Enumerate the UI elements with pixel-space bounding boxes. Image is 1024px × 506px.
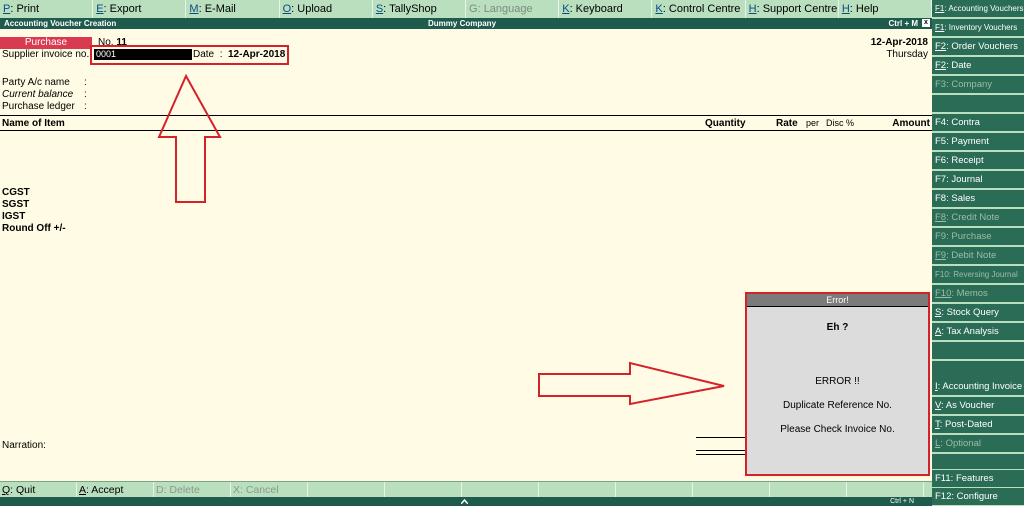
right-arrow-annotation bbox=[538, 361, 725, 406]
purchase-ledger-label: Purchase ledger bbox=[2, 101, 75, 112]
sidebar-stock-query[interactable]: S: Stock Query bbox=[932, 304, 1024, 322]
balance-colon: : bbox=[84, 89, 87, 100]
sidebar-inventory-vouchers[interactable]: F1: Inventory Vouchers bbox=[932, 19, 1024, 37]
sidebar-memos[interactable]: F10: Memos bbox=[932, 285, 1024, 303]
empty-button bbox=[308, 482, 385, 498]
empty-button bbox=[770, 482, 847, 498]
error-line-error: ERROR !! bbox=[815, 376, 860, 387]
total-double-line bbox=[696, 450, 746, 455]
sidebar-spacer bbox=[932, 342, 1024, 360]
tax-row-round-off: Round Off +/- bbox=[2, 223, 66, 234]
sidebar-credit-note[interactable]: F8: Credit Note bbox=[932, 209, 1024, 227]
sidebar-purchase[interactable]: F9: Purchase bbox=[932, 228, 1024, 246]
language-button[interactable]: G: Language bbox=[466, 0, 560, 18]
dialog-title: Error! bbox=[747, 294, 928, 307]
sidebar-debit-note[interactable]: F9: Debit Note bbox=[932, 247, 1024, 265]
sidebar-as-voucher[interactable]: V: As Voucher bbox=[932, 397, 1024, 415]
divider bbox=[0, 115, 932, 116]
tallyshop-button[interactable]: S: TallyShop bbox=[373, 0, 467, 18]
cancel-button[interactable]: X: Cancel bbox=[231, 482, 308, 498]
sidebar-spacer bbox=[932, 454, 1024, 470]
sidebar-configure[interactable]: F12: Configure bbox=[932, 488, 1024, 506]
error-line-check: Please Check Invoice No. bbox=[780, 424, 895, 435]
voucher-day: Thursday bbox=[886, 49, 928, 60]
supplier-invoice-label: Supplier invoice no.: bbox=[2, 49, 93, 60]
control-centre-button[interactable]: K: Control Centre bbox=[652, 0, 746, 18]
close-icon[interactable]: x bbox=[922, 19, 930, 27]
help-button[interactable]: H: Help bbox=[839, 0, 933, 18]
bottom-button-bar: Q: Quit A: Accept D: Delete X: Cancel bbox=[0, 481, 932, 498]
empty-button bbox=[693, 482, 770, 498]
sidebar-journal[interactable]: F7: Journal bbox=[932, 171, 1024, 189]
highlight-box-invoice bbox=[90, 45, 289, 65]
tax-row-cgst: CGST bbox=[2, 187, 30, 198]
tax-row-igst: IGST bbox=[2, 211, 26, 222]
ledger-colon: : bbox=[84, 101, 87, 112]
chevron-up-icon[interactable] bbox=[461, 499, 468, 504]
upload-button[interactable]: O: Upload bbox=[280, 0, 373, 18]
empty-button bbox=[462, 482, 539, 498]
top-button-bar: P: Print E: Export M: E-Mail O: Upload S… bbox=[0, 0, 933, 19]
sidebar-optional[interactable]: L: Optional bbox=[932, 435, 1024, 453]
col-name-of-item: Name of Item bbox=[2, 118, 65, 129]
right-button-panel: F1: Accounting Vouchers F1: Inventory Vo… bbox=[932, 0, 1024, 506]
sidebar-order-vouchers[interactable]: F2: Order Vouchers bbox=[932, 38, 1024, 56]
sidebar-date[interactable]: F2: Date bbox=[932, 57, 1024, 75]
narration-label: Narration: bbox=[2, 440, 46, 451]
col-amount: Amount bbox=[892, 118, 930, 129]
accept-button[interactable]: A: Accept bbox=[77, 482, 154, 498]
print-button[interactable]: P: Print bbox=[0, 0, 94, 18]
empty-button bbox=[616, 482, 693, 498]
sidebar-sales[interactable]: F8: Sales bbox=[932, 190, 1024, 208]
error-dialog: Error! Eh ? ERROR !! Duplicate Reference… bbox=[745, 292, 930, 476]
sidebar-contra[interactable]: F4: Contra bbox=[932, 114, 1024, 132]
up-arrow-annotation bbox=[157, 73, 222, 203]
screen-title: Accounting Voucher Creation bbox=[4, 19, 117, 28]
keyboard-button[interactable]: K: Keyboard bbox=[559, 0, 653, 18]
voucher-date: 12-Apr-2018 bbox=[870, 37, 928, 48]
sidebar-spacer bbox=[932, 95, 1024, 113]
sidebar-receipt[interactable]: F6: Receipt bbox=[932, 152, 1024, 170]
window-title-bar: Accounting Voucher Creation Dummy Compan… bbox=[0, 18, 932, 29]
email-button[interactable]: M: E-Mail bbox=[186, 0, 280, 18]
empty-button bbox=[847, 482, 924, 498]
current-balance-label: Current balance bbox=[2, 89, 74, 100]
support-centre-button[interactable]: H: Support Centre bbox=[746, 0, 839, 18]
quit-button[interactable]: Q: Quit bbox=[0, 482, 77, 498]
sidebar-features[interactable]: F11: Features bbox=[932, 470, 1024, 488]
shortcut-hint: Ctrl + M bbox=[888, 19, 918, 28]
col-rate: Rate bbox=[776, 118, 798, 129]
sidebar-post-dated[interactable]: T: Post-Dated bbox=[932, 416, 1024, 434]
status-shortcut: Ctrl + N bbox=[890, 498, 914, 505]
sidebar-spacer bbox=[932, 361, 1024, 379]
col-disc: Disc % bbox=[826, 118, 855, 128]
voucher-type-badge[interactable]: Purchase bbox=[0, 37, 92, 49]
sidebar-tax-analysis[interactable]: A: Tax Analysis bbox=[932, 323, 1024, 341]
error-line-eh: Eh ? bbox=[826, 322, 849, 333]
col-quantity: Quantity bbox=[705, 118, 746, 129]
sidebar-payment[interactable]: F5: Payment bbox=[932, 133, 1024, 151]
status-bar: Ctrl + N bbox=[0, 497, 932, 506]
empty-button bbox=[539, 482, 616, 498]
total-line bbox=[696, 437, 746, 438]
divider bbox=[0, 130, 932, 131]
sidebar-accounting-vouchers[interactable]: F1: Accounting Vouchers bbox=[932, 0, 1024, 18]
empty-button bbox=[385, 482, 462, 498]
tax-row-sgst: SGST bbox=[2, 199, 30, 210]
sidebar-company[interactable]: F3: Company bbox=[932, 76, 1024, 94]
party-colon: : bbox=[84, 77, 87, 88]
sidebar-accounting-invoice[interactable]: I: Accounting Invoice bbox=[932, 378, 1024, 396]
sidebar-reversing-journal[interactable]: F10: Reversing Journal bbox=[932, 266, 1024, 284]
error-line-duplicate: Duplicate Reference No. bbox=[783, 400, 892, 411]
company-name: Dummy Company bbox=[428, 19, 497, 28]
party-label: Party A/c name bbox=[2, 77, 70, 88]
export-button[interactable]: E: Export bbox=[93, 0, 187, 18]
delete-button[interactable]: D: Delete bbox=[154, 482, 231, 498]
col-per: per bbox=[806, 118, 820, 128]
